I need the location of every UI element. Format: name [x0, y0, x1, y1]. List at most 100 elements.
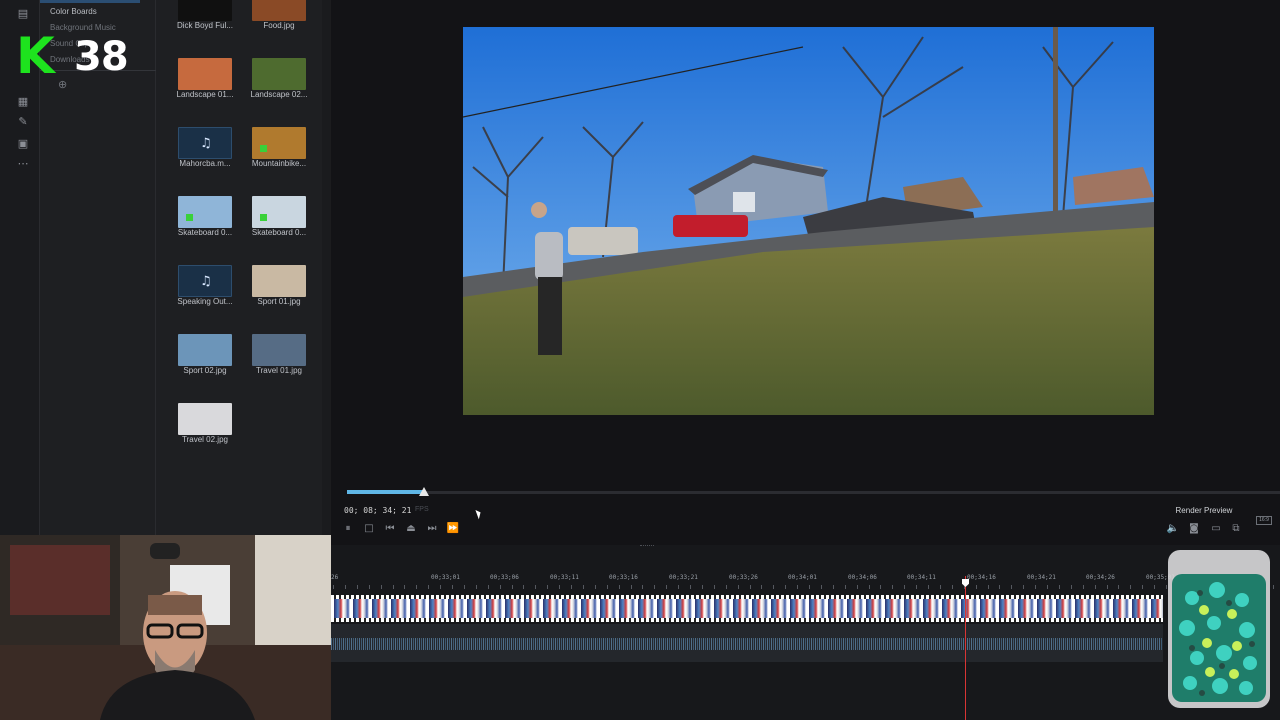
playback-scrubber-handle[interactable]: [419, 487, 429, 496]
pip-icon[interactable]: ✎: [16, 116, 30, 128]
volume-icon[interactable]: 🔈: [1166, 522, 1180, 536]
library-tile[interactable]: ♫ Speaking Out...: [170, 265, 240, 331]
ruler-tick: [773, 585, 775, 589]
ruler-tick: [1142, 585, 1144, 589]
ruler-tick: [344, 585, 346, 589]
ruler-tick: [606, 585, 608, 589]
panel-scroll-rail[interactable]: [322, 0, 330, 535]
ruler-tick: [737, 585, 739, 589]
tile-caption: Sport 01.jpg: [257, 297, 301, 306]
library-tile[interactable]: Mountainbike...: [244, 127, 314, 193]
audio-waveform: [331, 638, 1163, 650]
library-tile[interactable]: Landscape 01...: [170, 58, 240, 124]
ruler-tick: [1154, 585, 1156, 589]
ruler-tick: [666, 585, 668, 589]
media-thumbnail: [252, 0, 306, 21]
ruler-tick: [1118, 585, 1120, 589]
tile-caption: Dick Boyd Ful...: [176, 21, 233, 30]
camera-icon[interactable]: ◙: [1187, 522, 1201, 536]
video-clip-marker-icon: [260, 214, 267, 221]
playback-progress-track[interactable]: [347, 491, 1280, 494]
library-tile[interactable]: Sport 01.jpg: [244, 265, 314, 331]
render-preview-button[interactable]: Render Preview: [1172, 504, 1236, 518]
title-room-icon[interactable]: ▣: [16, 138, 30, 150]
ruler-tick: [809, 585, 810, 589]
ruler-tick-label: 00;34;21: [1027, 574, 1056, 581]
ruler-tick: [987, 585, 989, 589]
tile-caption: Food.jpg: [263, 21, 295, 30]
tile-caption: Landscape 02...: [250, 90, 308, 99]
library-tile[interactable]: Travel 02.jpg: [170, 403, 240, 469]
media-thumbnail: [178, 334, 232, 366]
stop-icon[interactable]: □: [362, 522, 376, 536]
ruler-tick: [499, 585, 501, 589]
preview-video-frame: [463, 27, 1154, 415]
ruler-tick: [463, 585, 465, 589]
ruler-tick: [380, 585, 382, 589]
aspect-ratio-badge[interactable]: 16:9: [1256, 516, 1272, 525]
ruler-tick: [523, 585, 525, 589]
media-thumbnail: [178, 403, 232, 435]
undock-icon[interactable]: ⧉: [1229, 522, 1243, 536]
fast-forward-icon[interactable]: ⏩: [446, 522, 460, 536]
ruler-tick-label: 00;33;01: [431, 574, 460, 581]
ruler-tick: [594, 585, 596, 589]
library-tile[interactable]: Dick Boyd Ful...: [170, 0, 240, 55]
library-tile[interactable]: Landscape 02...: [244, 58, 314, 124]
fps-label: FPS: [415, 506, 429, 513]
ruler-tick: [761, 585, 763, 589]
tile-caption: Travel 02.jpg: [182, 435, 228, 444]
audio-clip-track[interactable]: [331, 624, 1163, 662]
ruler-tick: [416, 585, 418, 589]
pause-icon[interactable]: ⏸: [341, 522, 355, 536]
library-tile[interactable]: Skateboard 0...: [170, 196, 240, 262]
ruler-tick-label: 00;34;26: [1086, 574, 1115, 581]
ruler-tick: [690, 585, 691, 589]
library-tile[interactable]: Skateboard 0...: [244, 196, 314, 262]
ruler-tick-label: 00;33;06: [490, 574, 519, 581]
previous-frame-icon[interactable]: ⏮: [383, 522, 397, 536]
library-tile[interactable]: ♫ Mahorcba.m...: [170, 127, 240, 193]
ruler-tick: [1130, 585, 1132, 589]
ruler-tick: [999, 585, 1001, 589]
effects-icon[interactable]: ▦: [16, 96, 30, 108]
ruler-tick: [440, 585, 442, 589]
media-thumbnail: [252, 265, 306, 297]
video-clip-marker-icon: [186, 214, 193, 221]
snapshot-icon[interactable]: ⏏: [404, 522, 418, 536]
music-note-icon: ♫: [200, 136, 212, 151]
more-icon[interactable]: ⋯: [16, 158, 30, 170]
panel-resize-grip[interactable]: [640, 545, 654, 547]
ruler-tick: [749, 585, 751, 589]
library-tile[interactable]: Travel 01.jpg: [244, 334, 314, 400]
media-thumbnail: [252, 196, 306, 228]
library-tile[interactable]: Sport 02.jpg: [170, 334, 240, 400]
category-tree: Color Boards Background Music Sound Clip…: [40, 0, 160, 535]
channel-logo: K: [16, 27, 55, 85]
timeline-playhead[interactable]: [965, 576, 966, 720]
ruler-tick: [1070, 585, 1072, 589]
ruler-tick-label: 00;33;11: [550, 574, 579, 581]
ruler-tick: [725, 585, 727, 589]
tile-caption: Travel 01.jpg: [256, 366, 302, 375]
ruler-tick: [939, 585, 941, 589]
media-room-icon[interactable]: ▤: [16, 8, 30, 20]
display-settings-icon[interactable]: ▭: [1209, 522, 1223, 536]
ruler-tick: [582, 585, 584, 589]
ruler-tick: [392, 585, 394, 589]
tile-caption: Mountainbike...: [251, 159, 307, 168]
ruler-tick-label: 00;33;26: [729, 574, 758, 581]
ruler-tick: [701, 585, 703, 589]
library-tile[interactable]: Food.jpg: [244, 0, 314, 55]
next-frame-icon[interactable]: ⏭: [425, 522, 439, 536]
tile-caption: Sport 02.jpg: [183, 366, 227, 375]
tree-item-background-music[interactable]: Background Music: [50, 23, 116, 32]
ruler-tick: [428, 585, 430, 589]
ruler-tick: [618, 585, 620, 589]
timecode-display[interactable]: 00; 08; 34; 21: [344, 506, 411, 515]
ruler-tick: [356, 585, 358, 589]
video-clip-marker-icon: [260, 145, 267, 152]
tree-item-color-boards[interactable]: Color Boards: [50, 7, 97, 16]
ruler-tick: [452, 585, 453, 589]
add-tag-icon[interactable]: ⊕: [58, 78, 67, 91]
